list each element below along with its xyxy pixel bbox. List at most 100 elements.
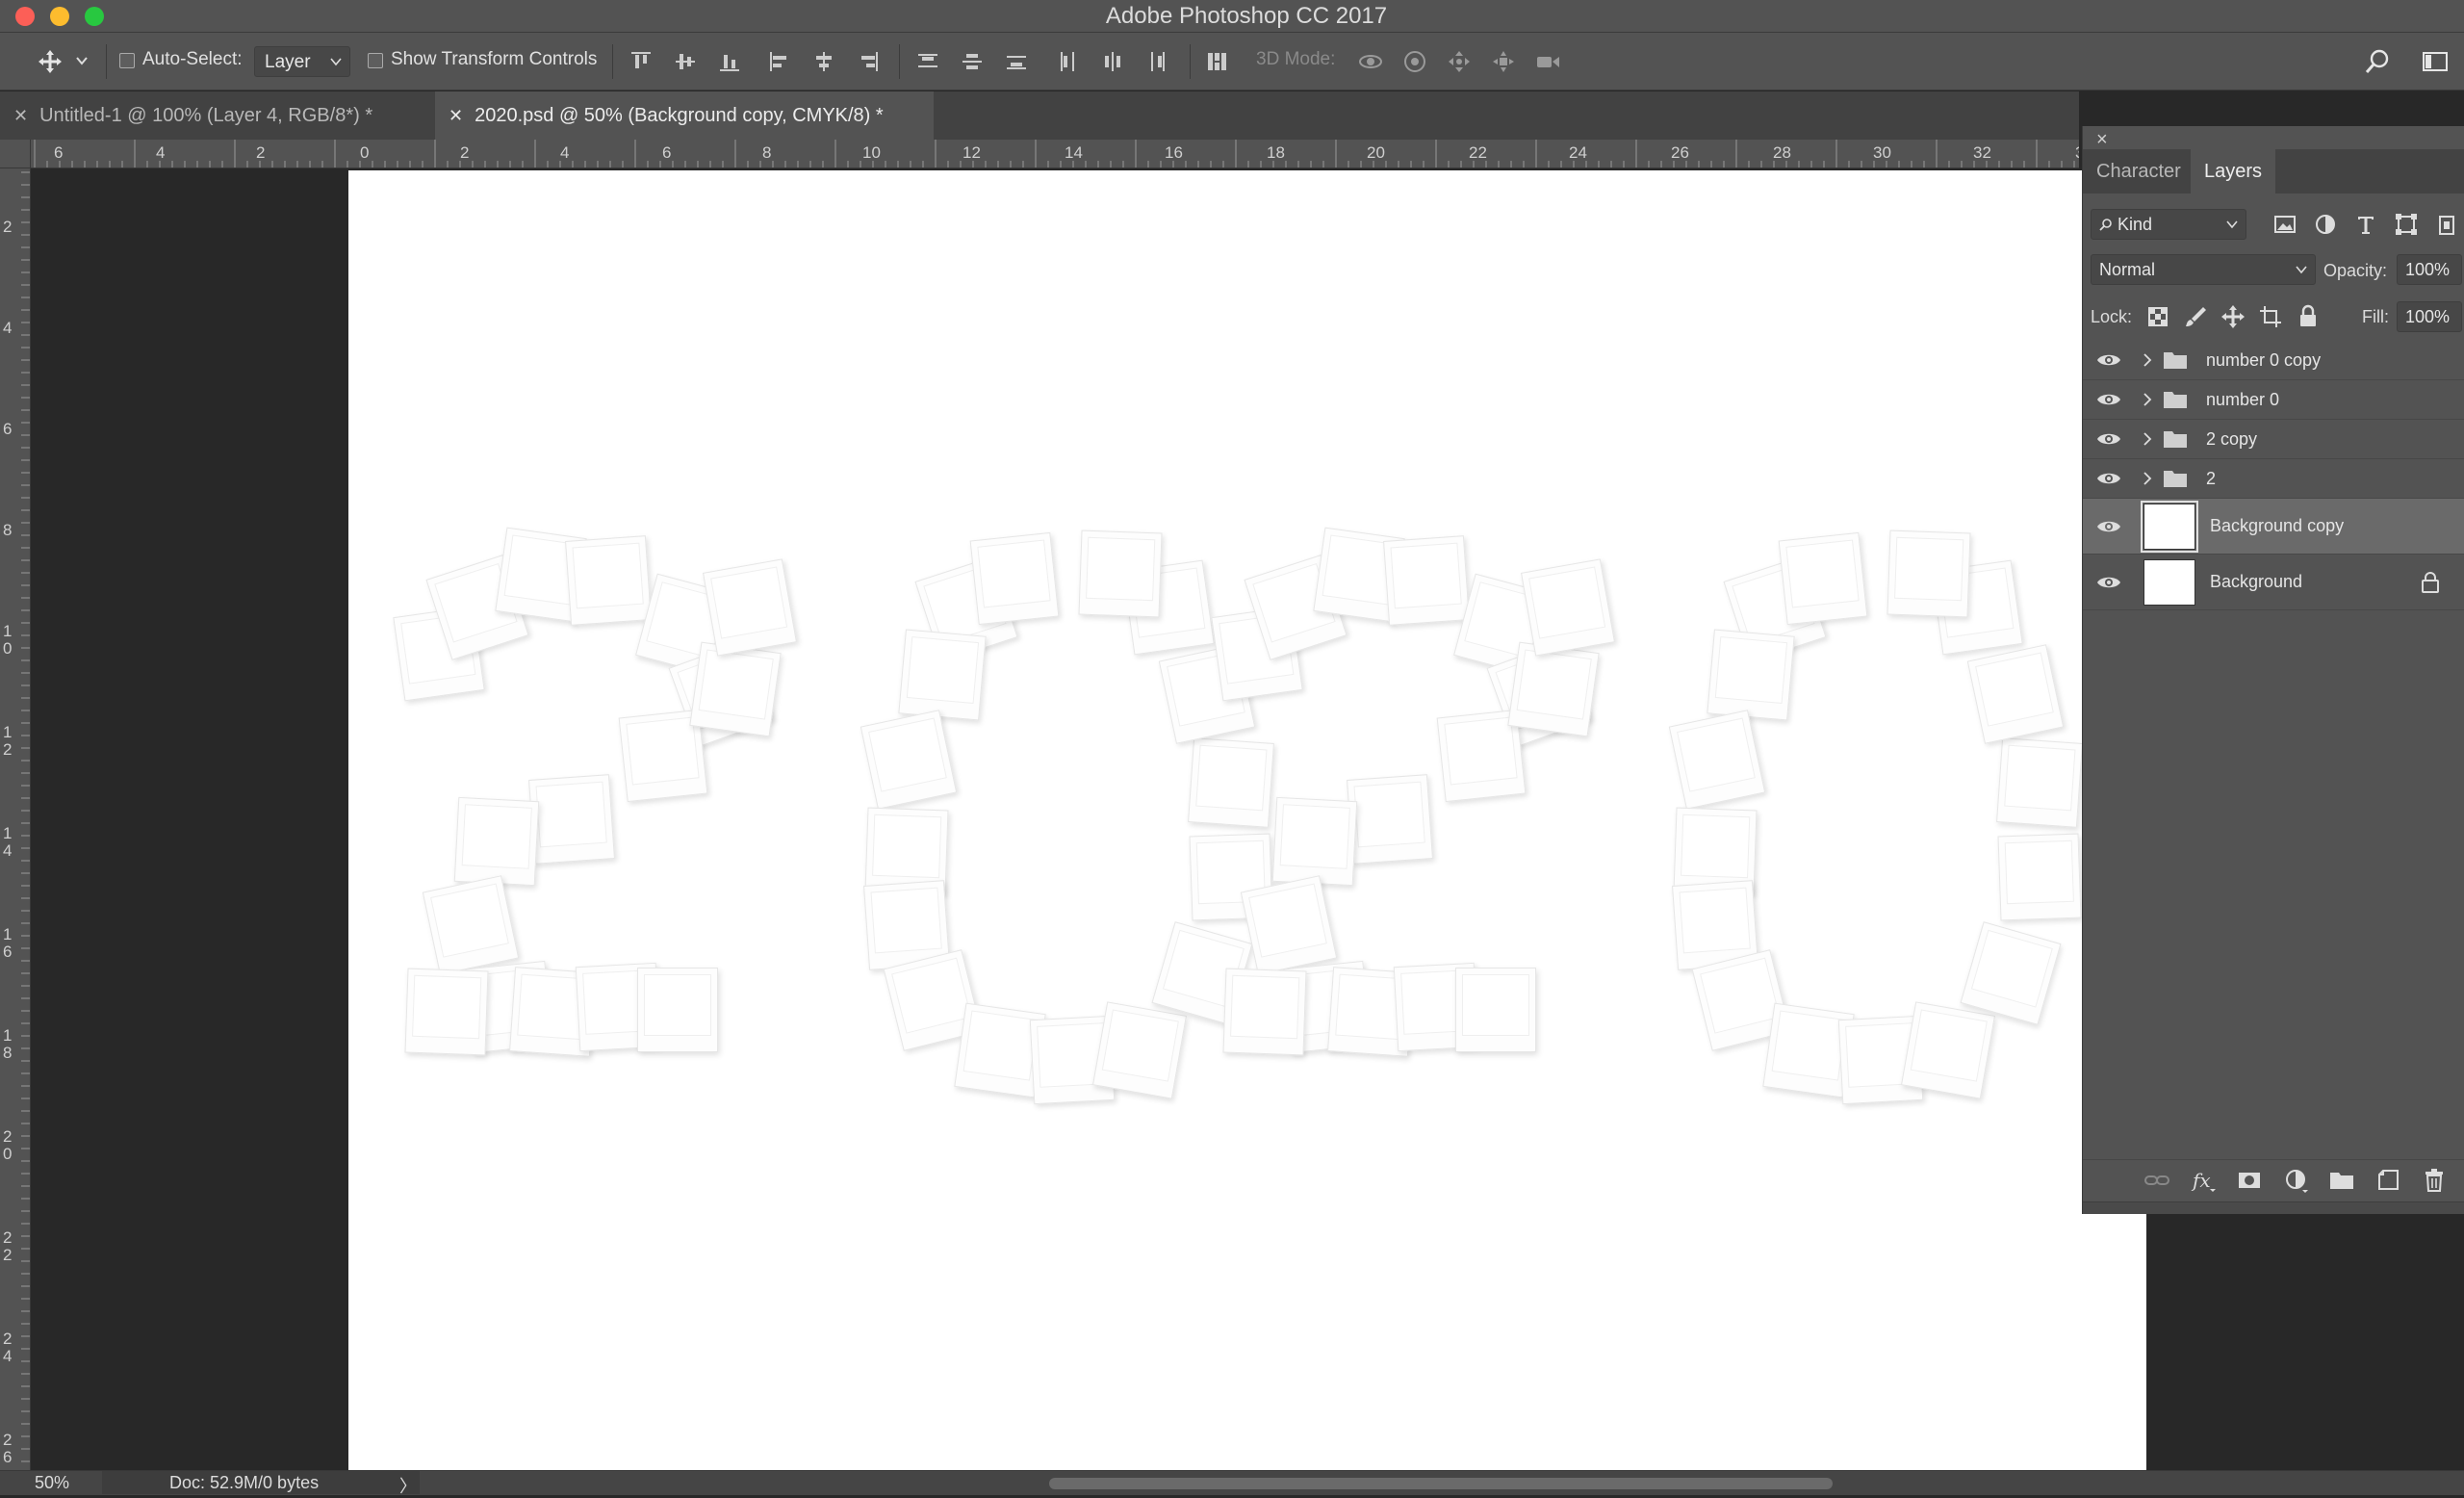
horizontal-ruler[interactable]: 642024681012141618202224262830323 <box>0 140 2079 168</box>
delete-layer-trash-icon[interactable] <box>2420 1166 2449 1195</box>
polaroid-frame <box>1347 774 1433 865</box>
3d-scale-camera-icon[interactable] <box>1534 48 1561 75</box>
align-horizontal-center-icon[interactable] <box>810 48 837 75</box>
lock-all-icon[interactable] <box>2295 303 2322 330</box>
lock-image-pixels-icon[interactable] <box>2182 303 2209 330</box>
folder-icon <box>2164 392 2187 408</box>
visibility-eye-icon[interactable] <box>2096 429 2121 449</box>
3d-slide-icon[interactable] <box>1490 48 1517 75</box>
layer-row-background[interactable]: Background <box>2083 555 2464 610</box>
polaroid-frame <box>702 558 798 657</box>
filter-adjustment-layers-icon[interactable] <box>2312 211 2339 238</box>
expand-chevron-icon[interactable] <box>2141 389 2154 410</box>
move-tool-icon[interactable] <box>37 48 64 75</box>
layer-thumbnail[interactable] <box>2141 501 2198 553</box>
3d-orbit-icon[interactable] <box>1357 48 1384 75</box>
distribute-horizontal-center-icon[interactable] <box>1099 48 1126 75</box>
3d-roll-icon[interactable] <box>1401 48 1428 75</box>
new-layer-icon[interactable] <box>2374 1166 2402 1195</box>
3d-mode-label: 3D Mode: <box>1256 49 1336 69</box>
close-tab-icon[interactable]: ✕ <box>449 106 463 125</box>
fill-input[interactable]: 100% <box>2397 301 2462 332</box>
filter-kind-value: Kind <box>2118 215 2153 234</box>
lock-transparent-pixels-icon[interactable] <box>2144 303 2171 330</box>
filter-shape-layers-icon[interactable] <box>2393 211 2420 238</box>
doc-tab-2020[interactable]: ✕ 2020.psd @ 50% (Background copy, CMYK/8… <box>435 91 934 140</box>
show-transform-checkbox[interactable] <box>368 53 383 68</box>
polaroid-frame <box>1778 531 1868 626</box>
visibility-eye-icon[interactable] <box>2096 350 2121 370</box>
polaroid-frame <box>528 774 615 865</box>
panel-resize-edge[interactable] <box>2083 1201 2464 1214</box>
panel-tabs: Character Layers <box>2083 149 2464 194</box>
visibility-eye-icon[interactable] <box>2096 517 2121 536</box>
filter-type-layers-icon[interactable] <box>2352 211 2379 238</box>
polaroid-frame <box>1078 529 1163 618</box>
auto-align-layers-icon[interactable] <box>1203 48 1230 75</box>
filter-pixel-layers-icon[interactable] <box>2272 211 2298 238</box>
align-top-icon[interactable] <box>628 48 654 75</box>
ruler-origin[interactable] <box>0 140 31 168</box>
lock-position-icon[interactable] <box>2220 303 2246 330</box>
doc-tab-untitled[interactable]: ✕ Untitled-1 @ 100% (Layer 4, RGB/8*) * <box>0 91 435 140</box>
distribute-bottom-icon[interactable] <box>1003 48 1030 75</box>
tab-layers[interactable]: Layers <box>2191 149 2276 194</box>
filter-smart-objects-icon[interactable] <box>2433 211 2460 238</box>
ruler-tick-label: 26 <box>1671 143 1689 162</box>
workspace-switcher-icon[interactable] <box>2422 48 2449 75</box>
distribute-left-icon[interactable] <box>1055 48 1082 75</box>
auto-select-checkbox[interactable] <box>119 53 135 68</box>
horizontal-scrollbar[interactable] <box>1049 1478 1833 1489</box>
panel-close-icon[interactable]: × <box>2096 129 2108 151</box>
tool-preset-chevron-icon[interactable] <box>75 54 89 72</box>
polaroid-frame <box>453 796 540 887</box>
close-tab-icon[interactable]: ✕ <box>13 106 28 125</box>
search-icon[interactable] <box>2364 48 2391 75</box>
expand-chevron-icon[interactable] <box>2141 428 2154 450</box>
polaroid-frame <box>1091 1001 1188 1099</box>
layer-row-2-copy[interactable]: 2 copy <box>2083 420 2464 459</box>
visibility-eye-icon[interactable] <box>2096 469 2121 488</box>
distribute-vertical-center-icon[interactable] <box>959 48 986 75</box>
layer-row-number-0-copy[interactable]: number 0 copy <box>2083 341 2464 380</box>
document-canvas[interactable] <box>348 170 2146 1470</box>
polaroid-frame <box>1668 710 1766 810</box>
window-title: Adobe Photoshop CC 2017 <box>1105 3 1388 29</box>
polaroid-frame <box>1240 875 1338 975</box>
align-right-icon[interactable] <box>855 48 882 75</box>
layer-row-background-copy[interactable]: Background copy <box>2083 499 2464 555</box>
auto-select-dropdown[interactable]: Layer <box>254 46 350 77</box>
vertical-ruler[interactable]: 2 4 6 8 1 0 1 2 1 4 1 6 1 8 2 0 2 2 2 4 2 6 <box>0 168 31 1470</box>
opacity-input[interactable]: 100% <box>2397 254 2462 285</box>
align-vertical-center-icon[interactable] <box>672 48 699 75</box>
distribute-top-icon[interactable] <box>914 48 941 75</box>
new-group-folder-icon[interactable] <box>2327 1166 2356 1195</box>
zoom-level[interactable]: 50% <box>35 1473 69 1493</box>
layer-name: Background <box>2210 572 2303 591</box>
lock-artboard-icon[interactable] <box>2257 303 2284 330</box>
expand-chevron-icon[interactable] <box>2141 468 2154 489</box>
status-menu-arrow-icon[interactable]: 〉 <box>399 1473 417 1498</box>
visibility-eye-icon[interactable] <box>2096 573 2121 592</box>
ruler-tick-label: 1 2 <box>3 723 13 759</box>
3d-pan-icon[interactable] <box>1446 48 1473 75</box>
layer-row-number-0[interactable]: number 0 <box>2083 380 2464 420</box>
link-layers-icon[interactable] <box>2143 1166 2171 1195</box>
ruler-tick-label: 2 0 <box>3 1127 13 1163</box>
expand-chevron-icon[interactable] <box>2141 349 2154 371</box>
align-left-icon[interactable] <box>766 48 793 75</box>
folder-icon <box>2164 431 2187 448</box>
layer-style-fx-icon[interactable]: fx <box>2189 1166 2218 1195</box>
layer-filter-kind-dropdown[interactable]: Kind <box>2091 209 2246 240</box>
layer-row-2[interactable]: 2 <box>2083 459 2464 499</box>
tab-character[interactable]: Character <box>2083 149 2194 194</box>
new-adjustment-layer-icon[interactable] <box>2281 1166 2310 1195</box>
add-layer-mask-icon[interactable] <box>2235 1166 2264 1195</box>
distribute-right-icon[interactable] <box>1143 48 1170 75</box>
layer-thumbnail[interactable] <box>2143 559 2195 606</box>
layer-locked-icon[interactable] <box>2420 571 2441 594</box>
visibility-eye-icon[interactable] <box>2096 390 2121 409</box>
blend-mode-dropdown[interactable]: Normal <box>2091 254 2316 285</box>
auto-select-value: Layer <box>265 52 311 72</box>
align-bottom-icon[interactable] <box>716 48 743 75</box>
